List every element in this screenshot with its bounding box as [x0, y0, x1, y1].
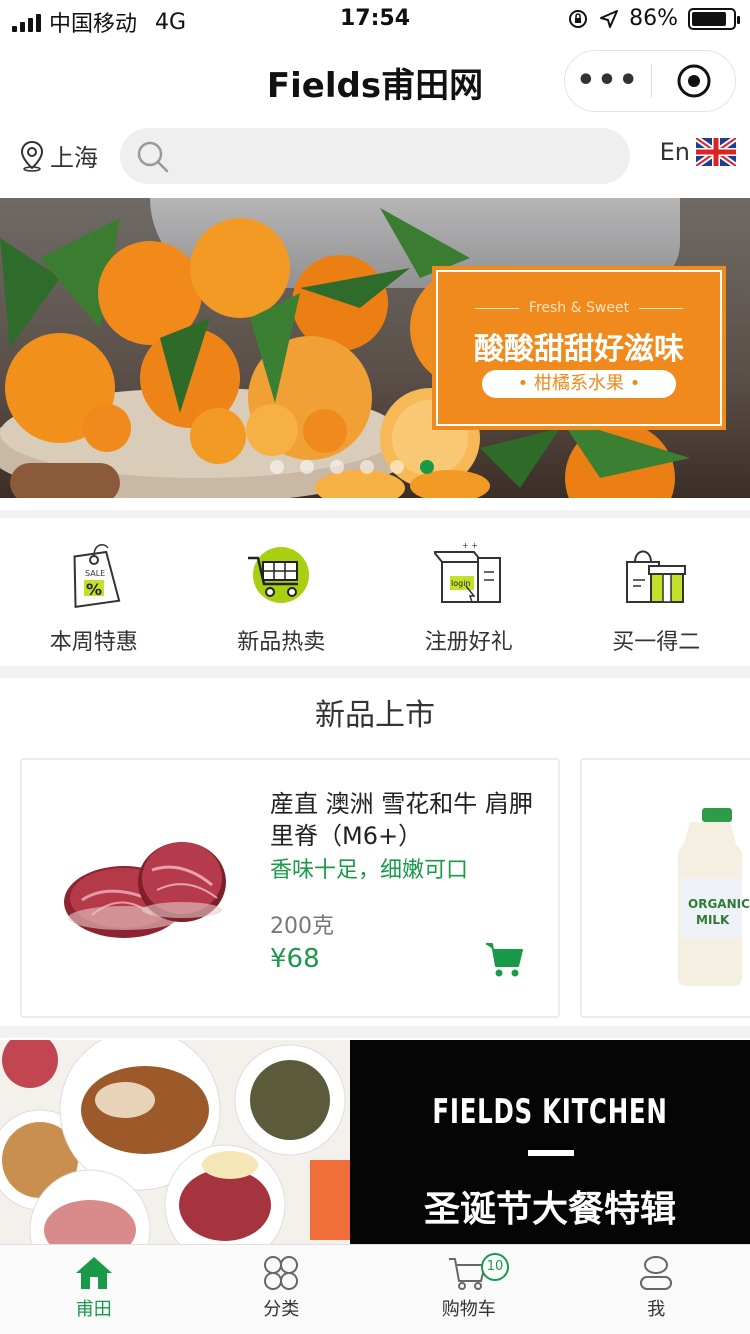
quick-entry-buy-one-get-two[interactable]: 买一得二: [563, 518, 750, 666]
tab-label: 购物车: [441, 1299, 496, 1320]
svg-text:%: %: [86, 580, 102, 599]
carousel-indicators: [270, 460, 434, 474]
battery-percent: 86%: [629, 6, 678, 31]
tab-bar: 甫田 分类 10 购物车 我: [0, 1244, 750, 1334]
carousel-dot[interactable]: [330, 460, 344, 474]
search-icon: [137, 141, 169, 173]
miniprogram-capsule: •••: [564, 50, 736, 112]
tab-label: 甫田: [75, 1299, 112, 1320]
orientation-lock-icon: [569, 9, 588, 28]
svg-text:MILK: MILK: [696, 913, 730, 927]
product-card[interactable]: 産直 澳洲 雪花和牛 肩胛里脊（M6+） 香味十足，细嫩可口 200克 ¥68: [20, 758, 560, 1018]
login-gift-box-icon: login + +: [433, 541, 501, 603]
location-arrow-icon: [600, 9, 619, 28]
cart-icon: [486, 943, 523, 977]
tab-label: 我: [647, 1299, 666, 1320]
banner-ad-box: Fresh & Sweet 酸酸甜甜好滋味 • 柑橘系水果 •: [432, 266, 726, 430]
svg-text:login: login: [451, 579, 471, 588]
product-weight: 200克: [270, 914, 334, 939]
quick-entry-weekly-deals[interactable]: SALE % 本周特惠: [0, 518, 188, 666]
product-slogan: 香味十足，细嫩可口: [270, 858, 469, 883]
quick-entry-label: 本周特惠: [49, 630, 138, 655]
section-title-new-products: 新品上市: [315, 698, 435, 733]
more-button[interactable]: •••: [565, 66, 651, 96]
christmas-food-image: [0, 1040, 350, 1244]
quick-entry-new-hot[interactable]: 新品热卖: [188, 518, 376, 666]
battery-icon: [688, 7, 740, 30]
section-divider: [0, 1026, 750, 1038]
carousel-dot[interactable]: [360, 460, 374, 474]
carousel-dot[interactable]: [270, 460, 284, 474]
gift-bag-icon: [626, 550, 687, 603]
banner-pill: • 柑橘系水果 •: [482, 370, 676, 398]
language-label: En: [659, 138, 690, 166]
tab-label: 分类: [263, 1299, 300, 1320]
carousel-dot[interactable]: [390, 460, 404, 474]
promo-carousel[interactable]: Fresh & Sweet 酸酸甜甜好滋味 • 柑橘系水果 •: [0, 198, 750, 498]
banner-headline: 酸酸甜甜好滋味: [474, 332, 684, 367]
carousel-dot[interactable]: [300, 460, 314, 474]
cart-circle-icon: [248, 547, 310, 603]
brand-underline: [528, 1150, 574, 1156]
banner-tagline: Fresh & Sweet: [438, 300, 720, 316]
uk-flag-icon: [696, 138, 736, 166]
tab-cart[interactable]: 10 购物车: [375, 1245, 563, 1334]
location-city: 上海: [50, 144, 98, 172]
quick-entry-row: SALE % 本周特惠 新品热卖 login + + 注册好礼 买一得二: [0, 510, 750, 666]
tab-home[interactable]: 甫田: [0, 1245, 188, 1334]
status-bar: 中国移动 4G 17:54 86%: [0, 0, 750, 40]
location-selector[interactable]: 上海: [20, 138, 98, 173]
quick-entry-register-gift[interactable]: login + + 注册好礼: [375, 518, 563, 666]
category-icon: [264, 1256, 299, 1290]
tab-me[interactable]: 我: [563, 1245, 750, 1334]
carousel-dot-active[interactable]: [420, 460, 434, 474]
roast-dishes-illustration: [0, 1040, 350, 1244]
search-input[interactable]: [180, 136, 610, 176]
search-row: 上海 En: [0, 122, 750, 194]
wagyu-beef-image: [64, 842, 226, 938]
svg-text:SALE: SALE: [85, 569, 105, 578]
product-price: ¥68: [270, 944, 320, 974]
tab-category[interactable]: 分类: [188, 1245, 376, 1334]
milk-bottle-image: ORGANIC MILK: [678, 808, 750, 986]
kitchen-promo-panel: FIELDS KITCHEN 圣诞节大餐特辑: [350, 1040, 750, 1244]
kitchen-subtitle: 圣诞节大餐特辑: [423, 1189, 676, 1230]
kitchen-banner[interactable]: FIELDS KITCHEN 圣诞节大餐特辑: [0, 1040, 750, 1244]
close-button[interactable]: [652, 63, 735, 99]
svg-text:+ +: + +: [462, 541, 478, 550]
location-pin-icon: [20, 140, 44, 172]
section-divider: [0, 666, 750, 678]
home-icon: [75, 1257, 112, 1289]
quick-entry-label: 注册好礼: [424, 630, 513, 655]
search-bar[interactable]: [120, 128, 630, 184]
quick-entry-label: 买一得二: [612, 630, 701, 655]
quick-entry-label: 新品热卖: [237, 630, 326, 655]
nav-bar: Fields甫田网 •••: [0, 40, 750, 122]
cart-count-badge: 10: [481, 1253, 509, 1281]
kitchen-brand-logo: FIELDS KITCHEN: [432, 1092, 668, 1132]
svg-text:ORGANIC: ORGANIC: [688, 897, 750, 911]
sale-tag-icon: SALE %: [73, 543, 121, 608]
user-icon: [640, 1256, 673, 1290]
product-card-partial[interactable]: ORGANIC MILK: [580, 758, 750, 1018]
language-switch[interactable]: En: [660, 138, 736, 166]
target-icon: [677, 64, 710, 98]
add-to-cart-button[interactable]: [484, 940, 524, 984]
product-name: 産直 澳洲 雪花和牛 肩胛里脊（M6+）: [270, 790, 533, 850]
